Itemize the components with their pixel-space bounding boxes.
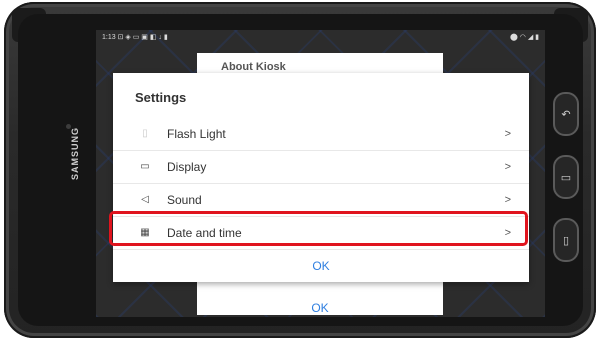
status-system-icons: ⬤ ◠ ◢ ▮ bbox=[509, 34, 539, 41]
status-bar: 1:13 ⊡ ◈ ▭ ▣ ◧ ↓ ▮ ⬤ ◠ ◢ ▮ bbox=[96, 30, 545, 44]
menu-item-label: Display bbox=[167, 159, 207, 174]
brand-label: SAMSUNG bbox=[70, 126, 80, 180]
status-notification-icons: ⊡ ◈ ▭ ▣ ◧ ↓ ▮ bbox=[117, 34, 168, 41]
home-icon[interactable]: ▭ bbox=[553, 155, 579, 199]
highlight-box bbox=[109, 211, 528, 246]
chevron-right-icon: > bbox=[504, 127, 511, 140]
settings-dialog: Settings ▯ Flash Light > ▭ Display > ◁ S… bbox=[113, 73, 529, 282]
chevron-right-icon: > bbox=[504, 160, 511, 173]
recents-icon[interactable]: ▯ bbox=[553, 218, 579, 262]
settings-ok-button[interactable]: OK bbox=[113, 259, 529, 273]
menu-item-label: Sound bbox=[167, 192, 202, 207]
settings-title: Settings bbox=[135, 90, 187, 105]
menu-item-label: Flash Light bbox=[167, 126, 226, 141]
sound-icon: ◁ bbox=[141, 194, 149, 205]
flashlight-icon: ▯ bbox=[142, 128, 148, 139]
tablet-screen: 1:13 ⊡ ◈ ▭ ▣ ◧ ↓ ▮ ⬤ ◠ ◢ ▮ About Kiosk O… bbox=[96, 30, 545, 317]
display-icon: ▭ bbox=[140, 161, 150, 172]
status-time: 1:13 bbox=[102, 34, 116, 41]
status-left: 1:13 ⊡ ◈ ▭ ▣ ◧ ↓ ▮ bbox=[102, 33, 168, 41]
chevron-right-icon: > bbox=[504, 193, 511, 206]
back-icon[interactable]: ↶ bbox=[553, 92, 579, 136]
menu-item-flash-light[interactable]: ▯ Flash Light > bbox=[113, 117, 529, 150]
about-kiosk-ok-button[interactable]: OK bbox=[197, 301, 443, 315]
menu-item-display[interactable]: ▭ Display > bbox=[113, 150, 529, 183]
about-kiosk-title: About Kiosk bbox=[221, 61, 286, 73]
divider bbox=[113, 249, 529, 250]
